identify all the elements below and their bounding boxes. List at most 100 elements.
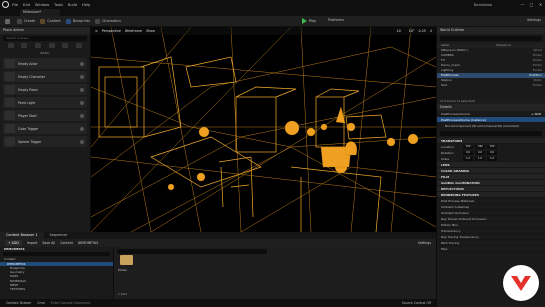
viewport-toolbar: ≡ Perspective Wireframe Show 10 10° 0.25… <box>91 27 436 35</box>
watermark-mark-icon <box>511 276 531 291</box>
select-mode-icon <box>17 18 22 24</box>
add-component-button[interactable]: + ADD <box>531 111 545 116</box>
blueprints-button[interactable]: Blueprints <box>65 18 91 24</box>
help-icon[interactable] <box>80 87 84 92</box>
grid-snap-value[interactable]: 10 <box>397 29 401 33</box>
rendering-row[interactable]: Misc <box>437 246 545 252</box>
rotation-y[interactable]: 0.0 <box>475 151 485 155</box>
help-icon[interactable] <box>80 126 84 131</box>
location-x[interactable]: 780 <box>463 145 473 149</box>
help-icon[interactable] <box>80 113 84 118</box>
category-basic-icon[interactable] <box>7 43 14 48</box>
category-all-icon[interactable] <box>76 43 83 48</box>
actor-item-player-start[interactable]: Player Start <box>3 110 87 121</box>
rotation-label: Rotation <box>441 151 454 155</box>
actor-item-empty-actor[interactable]: Empty Actor <box>3 58 87 69</box>
select-mode-button[interactable]: Create <box>17 18 35 24</box>
help-icon[interactable] <box>80 100 84 105</box>
minimize-icon[interactable]: — <box>518 2 527 7</box>
blueprints-label: Blueprints <box>72 19 91 23</box>
tree-search-input[interactable] <box>3 252 110 257</box>
menu-edit[interactable]: Edit <box>23 3 30 7</box>
category-volumes-icon[interactable] <box>62 43 69 48</box>
close-icon[interactable]: ✕ <box>536 2 545 7</box>
platforms-button[interactable]: Platforms <box>328 18 344 22</box>
menu-window[interactable]: Window <box>35 3 49 7</box>
source-control-status[interactable]: Source Control Off <box>402 301 431 305</box>
actor-item-label: Sphere Trigger <box>18 139 42 144</box>
rotation-z[interactable]: 0.0 <box>487 151 497 155</box>
viewport-options-icon[interactable]: ≡ <box>95 29 98 33</box>
settings-button[interactable]: Settings <box>527 18 541 22</box>
help-icon[interactable] <box>80 139 84 144</box>
save-button[interactable] <box>5 18 12 24</box>
play-button[interactable]: Play <box>302 18 316 24</box>
breadcrumb-content[interactable]: Content <box>60 241 73 245</box>
cinematics-button[interactable]: Cinematics <box>95 18 121 24</box>
asset-view: Folder 1 item <box>114 247 436 299</box>
actor-item-empty-pawn[interactable]: Empty Pawn <box>3 84 87 95</box>
add-button[interactable]: + ADD <box>5 240 22 246</box>
camera-speed-value[interactable]: 4 <box>430 29 432 33</box>
details-title: Details <box>437 104 545 111</box>
level-viewport[interactable]: ≡ Perspective Wireframe Show 10 10° 0.25… <box>91 27 436 232</box>
show-button[interactable]: Show <box>146 29 155 33</box>
menu-help[interactable]: Help <box>82 3 90 7</box>
category-lights-icon[interactable] <box>21 43 28 48</box>
play-icon <box>302 18 307 24</box>
actor-item-cube-trigger[interactable]: Cube Trigger <box>3 123 87 134</box>
console-input[interactable]: Enter Console Command <box>51 301 91 305</box>
level-tab[interactable]: Millenium* <box>20 9 60 16</box>
actor-item-sphere-trigger[interactable]: Sphere Trigger <box>3 136 87 147</box>
scale-snap-value[interactable]: 0.25 <box>419 29 426 33</box>
tab-content-browser[interactable]: Content Browser 1 <box>0 232 44 239</box>
unreal-logo-icon[interactable] <box>2 1 9 8</box>
actor-item-empty-character[interactable]: Empty Character <box>3 71 87 82</box>
actor-item-label: Player Start <box>18 113 37 118</box>
project-name: Demolaba <box>473 2 492 7</box>
scale-x[interactable]: 1.0 <box>463 157 473 161</box>
cmd-button[interactable]: Cmd <box>37 301 44 305</box>
actor-thumb-icon <box>5 85 15 94</box>
view-mode-button[interactable]: Wireframe <box>125 29 142 33</box>
rotation-snap-value[interactable]: 10° <box>409 29 415 33</box>
menu-tools[interactable]: Tools <box>54 3 63 7</box>
tree-item[interactable]: TEXTURES <box>0 287 113 291</box>
help-icon[interactable] <box>80 61 84 66</box>
folder-icon[interactable] <box>120 255 133 265</box>
col-type[interactable]: Sequence <box>492 43 511 48</box>
content-icon <box>40 18 46 24</box>
actor-name[interactable]: PostProcessVolume <box>441 111 470 116</box>
perspective-button[interactable]: Perspective <box>102 29 121 33</box>
cb-settings-button[interactable]: Settings <box>418 241 431 245</box>
outliner-row[interactable]: Text Folder <box>437 83 545 88</box>
category-visual-icon[interactable] <box>48 43 55 48</box>
breadcrumb-demometas[interactable]: DEMOMETAS <box>78 241 98 245</box>
tab-sequencer[interactable]: Sequencer <box>44 232 74 239</box>
menu-build[interactable]: Build <box>68 3 77 7</box>
search-input[interactable]: Search Classes <box>3 36 87 41</box>
folder-tree: DEMOMETAS Content DEMOMETAS Blueprints G… <box>0 247 114 299</box>
location-y[interactable]: -360 <box>475 145 485 149</box>
row-type: Folder <box>532 83 542 87</box>
content-drawer-button[interactable]: Content Drawer <box>6 301 31 305</box>
rotation-x[interactable]: 0.0 <box>463 151 473 155</box>
help-icon[interactable] <box>80 74 84 79</box>
scale-z[interactable]: 1.0 <box>487 157 497 161</box>
save-all-button[interactable]: Save All <box>42 241 55 245</box>
category-tabs <box>4 43 86 49</box>
maximize-icon[interactable]: □ <box>527 2 536 7</box>
blueprints-icon <box>65 18 71 24</box>
outliner-search-input[interactable] <box>440 36 542 41</box>
category-shapes-icon[interactable] <box>35 43 42 48</box>
component-child[interactable]: BrushComponent (BrushComponent0) (Inheri… <box>437 123 545 129</box>
details-search-input[interactable] <box>440 131 542 136</box>
asset-search-input[interactable] <box>117 249 267 254</box>
category-label: BASIC <box>40 51 50 55</box>
actor-item-point-light[interactable]: Point Light <box>3 97 87 108</box>
scale-y[interactable]: 1.0 <box>475 157 485 161</box>
import-button[interactable]: Import <box>27 241 38 245</box>
menu-file[interactable]: File <box>12 3 18 7</box>
content-button[interactable]: Content <box>40 18 61 24</box>
location-z[interactable]: 780 <box>487 145 497 149</box>
